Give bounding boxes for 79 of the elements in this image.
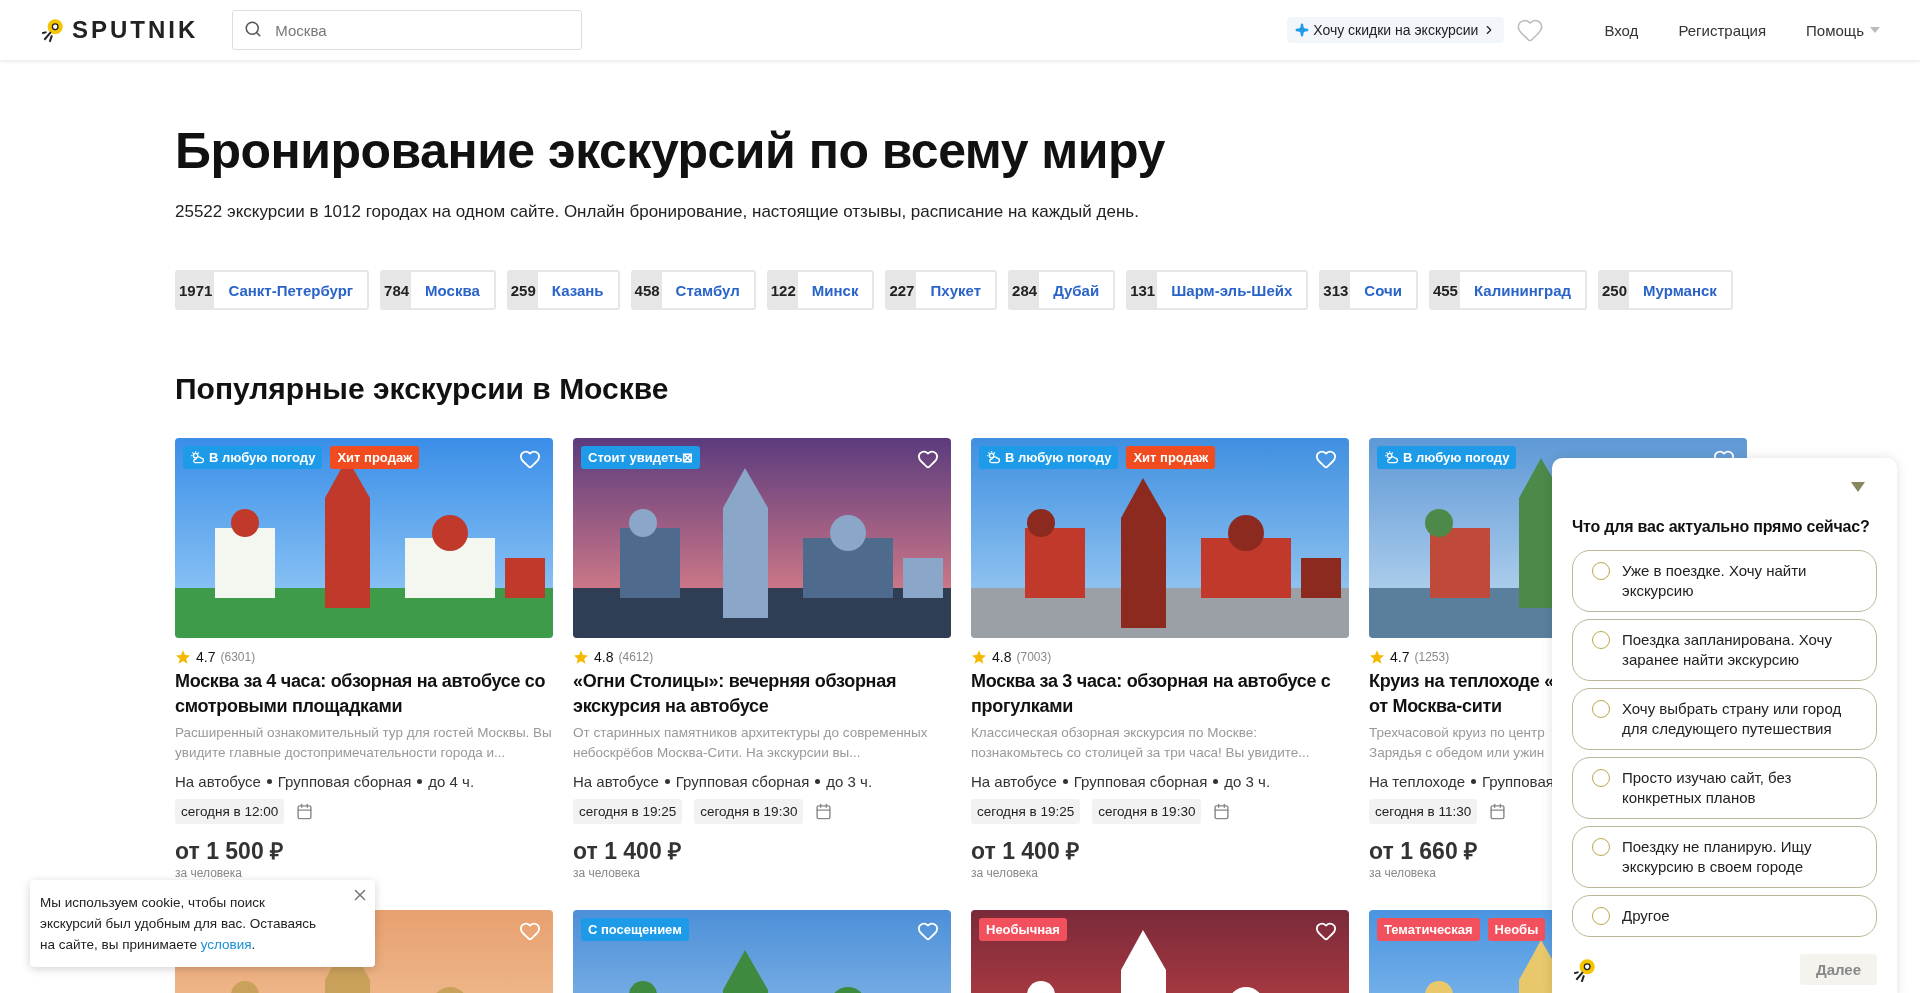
date-chip[interactable]: сегодня в 19:25 (573, 799, 683, 824)
tag-badge: В любую погоду (1377, 446, 1517, 469)
tour-detail: до 3 ч. (826, 773, 873, 790)
survey-option[interactable]: Хочу выбрать страну или город для следующего путешествия (1572, 688, 1877, 750)
city-chip[interactable]: 122 Минск (766, 270, 875, 310)
date-chip[interactable]: сегодня в 19:25 (971, 799, 1081, 824)
logo-text[interactable]: SPUTNIK (72, 16, 199, 44)
tag-badge: Необычная (979, 918, 1067, 941)
tour-price: от 1 400 ₽ (573, 837, 682, 866)
tour-description: Расширенный ознакомительный тур для гостей Москвы. Вы увидите главные достопримечательности города и... (175, 724, 553, 762)
date-chip[interactable]: сегодня в 11:30 (1369, 799, 1478, 824)
rating-value: 4.7 (196, 649, 216, 665)
city-chip[interactable]: 455 Калининград (1428, 270, 1587, 310)
date-chip[interactable]: сегодня в 12:00 (175, 799, 285, 824)
survey-option[interactable]: Поездку не планирую. Ищу экскурсию в своем городе (1572, 826, 1877, 888)
price-note: за человека (1369, 866, 1436, 880)
review-count: (4612) (618, 650, 654, 664)
tour-price: от 1 400 ₽ (971, 837, 1080, 866)
tour-title[interactable]: «Огни Столицы»: вечерняя обзорная экскурсия на автобусе (573, 669, 951, 719)
tour-detail: Групповая сборная (675, 773, 810, 790)
survey-question: Что для вас актуально прямо сейчас? (1572, 518, 1871, 536)
survey-option[interactable]: Просто изучаю сайт, без конкретных планов (1572, 757, 1877, 819)
help-menu[interactable]: Помощь (1806, 21, 1880, 39)
tour-detail: На теплоходе (1369, 773, 1466, 790)
tour-price: от 1 500 ₽ (175, 837, 284, 866)
rating-value: 4.8 (594, 649, 614, 665)
tour-price: от 1 660 ₽ (1369, 837, 1478, 866)
city-chip[interactable]: 313 Сочи (1319, 270, 1418, 310)
city-chip[interactable]: 284 Дубай (1008, 270, 1116, 310)
tour-detail: Групповая (1482, 773, 1554, 790)
survey-option[interactable]: Другое (1572, 895, 1877, 937)
date-chip[interactable]: сегодня в 19:30 (694, 799, 804, 824)
review-count: (6301) (220, 650, 256, 664)
search-field[interactable]: Москва (232, 10, 583, 50)
tour-detail: На автобусе (971, 773, 1057, 790)
rating-value: 4.8 (992, 649, 1012, 665)
price-note: за человека (971, 866, 1038, 880)
tag-badge: С посещением (581, 918, 689, 941)
tag-badge: Необы (1487, 918, 1546, 941)
cookie-text: Мы используем cookie, чтобы поиск экскурсий был удобным для вас. Оставаясь на сайте, вы принимаете условия. (40, 894, 318, 954)
date-chip[interactable]: сегодня в 19:30 (1092, 799, 1202, 824)
tour-description: От старинных памятников архитектуры до современных небоскрёбов Москва-Сити. На экскурсии вы... (573, 724, 929, 762)
discount-button[interactable]: Хочу скидки на экскурсии (1287, 17, 1505, 43)
tour-detail: Групповая сборная (1073, 773, 1208, 790)
review-count: (7003) (1016, 650, 1052, 664)
terms-link[interactable]: условия (200, 937, 252, 952)
city-chip[interactable]: 227 Пхукет (885, 270, 998, 310)
city-chip[interactable]: 250 Мурманск (1598, 270, 1733, 310)
tour-title[interactable]: Москва за 4 часа: обзорная на автобусе со смотровыми площадками (175, 669, 553, 719)
nav-link[interactable]: Регистрация (1678, 21, 1767, 39)
tag-badge: В любую погоду (979, 446, 1119, 469)
city-chip[interactable]: 458 Стамбул (630, 270, 756, 310)
tour-detail: На автобусе (175, 773, 261, 790)
city-chip[interactable]: 784 Москва (380, 270, 496, 310)
city-chip[interactable]: 259 Казань (506, 270, 620, 310)
tour-detail: Групповая сборная (277, 773, 412, 790)
price-note: за человека (573, 866, 640, 880)
tour-detail: до 4 ч. (428, 773, 475, 790)
tour-detail: до 3 ч. (1224, 773, 1271, 790)
tag-badge: Стоит увидеть⊠ (581, 446, 701, 469)
page-title: Бронирование экскурсий по всему миру (175, 122, 1166, 180)
page-subtitle: 25522 экскурсии в 1012 городах на одном сайте. Онлайн бронирование, настоящие отзывы, расписание на каждый день. (175, 202, 1140, 222)
price-note: за человека (175, 866, 242, 880)
nav-link[interactable]: Вход (1604, 21, 1639, 39)
city-chip[interactable]: 1971 Санкт-Петербург (175, 270, 370, 310)
tour-detail: На автобусе (573, 773, 659, 790)
tour-description: Классическая обзорная экскурсия по Москве: познакомьтесь со столицей за три часа! Вы увидите... (971, 724, 1311, 762)
tag-badge: В любую погоду (183, 446, 323, 469)
review-count: (1253) (1414, 650, 1450, 664)
tag-badge: Хит продаж (330, 446, 420, 469)
rating-value: 4.7 (1390, 649, 1410, 665)
section-title: Популярные экскурсии в Москве (175, 372, 670, 406)
city-chip[interactable]: 131 Шарм-эль-Шейх (1126, 270, 1309, 310)
tour-title[interactable]: Москва за 3 часа: обзорная на автобусе с прогулками (971, 669, 1349, 719)
tour-description: Трехчасовой круиз по центр Зарядья с обедом или ужин (1369, 724, 1545, 762)
tag-badge: Тематическая (1377, 918, 1480, 941)
survey-option[interactable]: Поездка запланирована. Хочу заранее найти экскурсию (1572, 619, 1877, 681)
tag-badge: Хит продаж (1126, 446, 1216, 469)
survey-option[interactable]: Уже в поездке. Хочу найти экскурсию (1572, 550, 1877, 612)
